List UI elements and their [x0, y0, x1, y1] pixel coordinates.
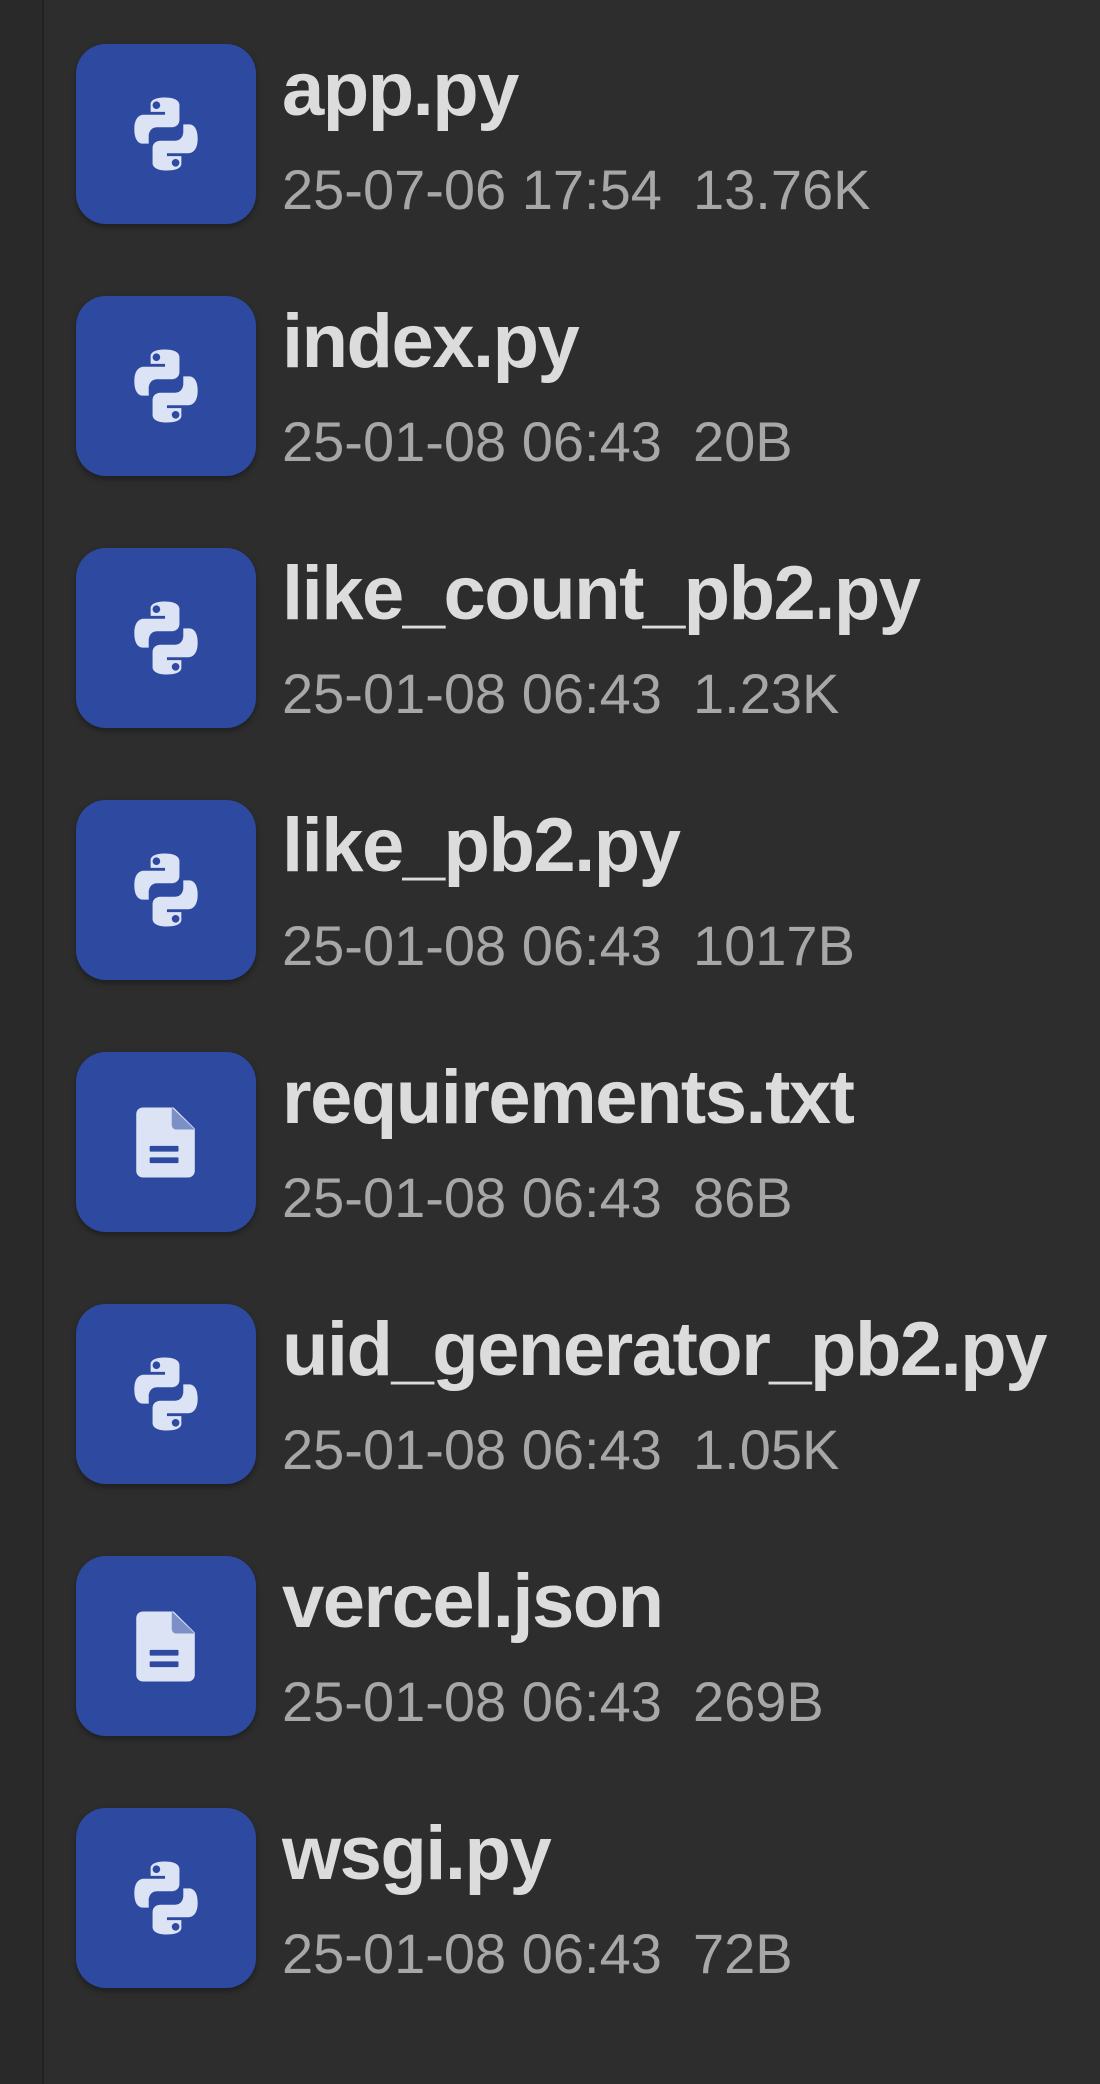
file-item-like-count-pb2-py[interactable]: like_count_pb2.py 25-01-08 06:43 1.23K — [0, 504, 1100, 756]
file-item-like-pb2-py[interactable]: like_pb2.py 25-01-08 06:43 1017B — [0, 756, 1100, 1008]
python-file-icon — [76, 548, 256, 728]
python-file-icon — [76, 1304, 256, 1484]
file-name: like_count_pb2.py — [282, 551, 921, 636]
python-file-icon — [76, 800, 256, 980]
python-file-icon — [76, 44, 256, 224]
file-item-app-py[interactable]: app.py 25-07-06 17:54 13.76K — [0, 0, 1100, 252]
file-size: 20B — [692, 410, 793, 473]
file-name: uid_generator_pb2.py — [282, 1307, 1047, 1392]
python-file-icon — [76, 1808, 256, 1988]
file-size: 269B — [692, 1670, 824, 1733]
file-item-requirements-txt[interactable]: requirements.txt 25-01-08 06:43 86B — [0, 1008, 1100, 1260]
python-file-icon — [76, 296, 256, 476]
file-name: wsgi.py — [282, 1811, 552, 1896]
file-size: 13.76K — [692, 158, 871, 221]
file-date: 25-01-08 06:43 — [282, 1922, 662, 1985]
file-name: app.py — [282, 47, 519, 132]
file-meta: 25-01-08 06:43 86B — [282, 1170, 793, 1226]
file-name: index.py — [282, 299, 580, 384]
file-list: app.py 25-07-06 17:54 13.76K index.py 25… — [0, 0, 1100, 2084]
document-file-icon — [76, 1052, 256, 1232]
file-date: 25-01-08 06:43 — [282, 914, 662, 977]
file-name: vercel.json — [282, 1559, 664, 1644]
file-meta: 25-01-08 06:43 1017B — [282, 918, 855, 974]
file-date: 25-01-08 06:43 — [282, 1418, 662, 1481]
file-meta: 25-01-08 06:43 72B — [282, 1926, 793, 1982]
file-date: 25-01-08 06:43 — [282, 410, 662, 473]
file-meta: 25-01-08 06:43 269B — [282, 1674, 824, 1730]
file-meta: 25-01-08 06:43 1.05K — [282, 1422, 839, 1478]
file-size: 1017B — [692, 914, 855, 977]
file-size: 1.23K — [692, 662, 840, 725]
file-size: 86B — [692, 1166, 793, 1229]
file-meta: 25-07-06 17:54 13.76K — [282, 162, 870, 218]
file-item-wsgi-py[interactable]: wsgi.py 25-01-08 06:43 72B — [0, 1764, 1100, 2016]
file-item-index-py[interactable]: index.py 25-01-08 06:43 20B — [0, 252, 1100, 504]
file-name: requirements.txt — [282, 1055, 855, 1140]
file-item-vercel-json[interactable]: vercel.json 25-01-08 06:43 269B — [0, 1512, 1100, 1764]
file-size: 72B — [692, 1922, 793, 1985]
file-date: 25-01-08 06:43 — [282, 1166, 662, 1229]
file-date: 25-01-08 06:43 — [282, 1670, 662, 1733]
file-name: like_pb2.py — [282, 803, 681, 888]
file-meta: 25-01-08 06:43 20B — [282, 414, 793, 470]
file-item-uid-generator-pb2-py[interactable]: uid_generator_pb2.py 25-01-08 06:43 1.05… — [0, 1260, 1100, 1512]
document-file-icon — [76, 1556, 256, 1736]
file-date: 25-01-08 06:43 — [282, 662, 662, 725]
file-date: 25-07-06 17:54 — [282, 158, 662, 221]
file-meta: 25-01-08 06:43 1.23K — [282, 666, 839, 722]
file-size: 1.05K — [692, 1418, 840, 1481]
